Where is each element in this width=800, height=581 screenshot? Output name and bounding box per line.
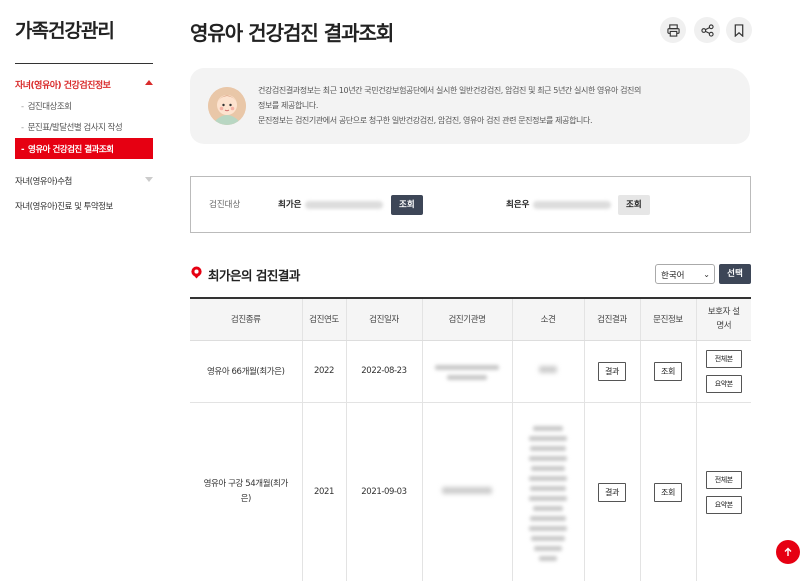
language-select[interactable]: 한국어 ⌄	[655, 264, 715, 284]
checkup-type: 영유아 66개월(최가은)	[190, 340, 302, 403]
finding-redacted	[511, 340, 584, 403]
institution-redacted	[421, 340, 512, 403]
scroll-to-top-button[interactable]	[776, 540, 800, 564]
result-button[interactable]: 결과	[598, 361, 626, 381]
caret-up-icon[interactable]	[145, 80, 153, 85]
sidebar-subitem-questionnaire[interactable]: - 문진표/발달선별 검사지 작성	[21, 121, 123, 133]
redacted-id	[305, 200, 384, 209]
page-title: 영유아 건강검진 결과조회	[190, 21, 394, 45]
results-table: 검진종류 검진연도 검진일자 검진기관명 소견 검진결과 문진정보 보호자 설명…	[190, 297, 751, 581]
baby-avatar-icon	[208, 87, 246, 125]
sidebar-item-infant-checkup[interactable]: 자녀(영유아) 건강검진정보	[15, 78, 111, 91]
institution-redacted	[421, 402, 512, 581]
language-select-button[interactable]: 선택	[719, 264, 751, 284]
checkup-date: 2021-09-03	[345, 402, 422, 581]
sidebar-item-child-medication[interactable]: 자녀(영유아)진료 및 투약정보	[15, 200, 113, 212]
questionnaire-lookup-button[interactable]: 조회	[654, 482, 682, 502]
target-label: 검진대상	[209, 200, 241, 210]
guide-summary-button[interactable]: 요약본	[705, 495, 742, 514]
chevron-down-icon: ⌄	[703, 270, 710, 279]
sidebar-item-child-handbook[interactable]: 자녀(영유아)수첩	[15, 175, 72, 187]
share-button[interactable]	[694, 17, 720, 43]
col-header: 소견	[511, 298, 584, 341]
caret-down-icon[interactable]	[145, 177, 153, 182]
sidebar-subitem-results[interactable]: - 영유아 건강검진 결과조회	[15, 138, 153, 159]
lookup-button-1[interactable]: 조회	[391, 195, 423, 215]
checkup-target-panel: 검진대상 최가은 조회 최은우 조회	[190, 176, 751, 233]
col-header: 검진결과	[583, 298, 640, 341]
bookmark-button[interactable]	[726, 17, 752, 43]
table-header-row: 검진종류 검진연도 검진일자 검진기관명 소견 검진결과 문진정보 보호자 설명…	[190, 298, 751, 341]
location-pin-icon	[191, 266, 202, 279]
sidebar-divider	[15, 63, 153, 64]
lookup-button-2[interactable]: 조회	[618, 195, 650, 215]
checkup-date: 2022-08-23	[345, 340, 422, 403]
guide-full-button[interactable]: 전체본	[705, 470, 742, 489]
info-notice: 건강검진결과정보는 최근 10년간 국민건강보험공단에서 실시한 일반건강검진,…	[190, 68, 750, 144]
table-row: 영유아 구강 54개월(최가은) 2021 2021-09-03 결과 조회 전…	[190, 402, 751, 581]
checkup-type: 영유아 구강 54개월(최가은)	[190, 402, 302, 581]
col-header: 검진일자	[345, 298, 422, 341]
questionnaire-lookup-button[interactable]: 조회	[654, 361, 682, 381]
printer-icon	[666, 23, 680, 37]
col-header: 문진정보	[639, 298, 696, 341]
sidebar: 가족건강관리 자녀(영유아) 건강검진정보 - 검진대상조회 - 문진표/발달선별 …	[0, 0, 170, 581]
col-header: 검진기관명	[421, 298, 512, 341]
info-text: 건강검진결과정보는 최근 10년간 국민건강보험공단에서 실시한 일반건강검진,…	[258, 86, 641, 125]
arrow-up-icon	[784, 547, 792, 556]
result-button[interactable]: 결과	[598, 482, 626, 502]
redacted-id	[533, 200, 612, 209]
checkup-year: 2022	[301, 340, 346, 403]
sidebar-subitem-target-lookup[interactable]: - 검진대상조회	[21, 100, 72, 112]
finding-redacted	[511, 402, 584, 581]
sidebar-title: 가족건강관리	[15, 20, 115, 42]
print-button[interactable]	[660, 17, 686, 43]
col-header: 보호자 설명서	[695, 298, 751, 341]
col-header: 검진종류	[190, 298, 302, 341]
guide-full-button[interactable]: 전체본	[705, 349, 742, 368]
results-title: 최가은의 검진결과	[208, 268, 300, 283]
checkup-year: 2021	[301, 402, 346, 581]
person-name-2: 최은우	[506, 198, 612, 210]
col-header: 검진연도	[301, 298, 346, 341]
bookmark-icon	[734, 23, 744, 37]
guide-summary-button[interactable]: 요약본	[705, 374, 742, 393]
table-row: 영유아 66개월(최가은) 2022 2022-08-23 결과 조회 전체본 …	[190, 340, 751, 403]
person-name-1: 최가은	[278, 198, 384, 210]
share-icon	[700, 23, 714, 37]
